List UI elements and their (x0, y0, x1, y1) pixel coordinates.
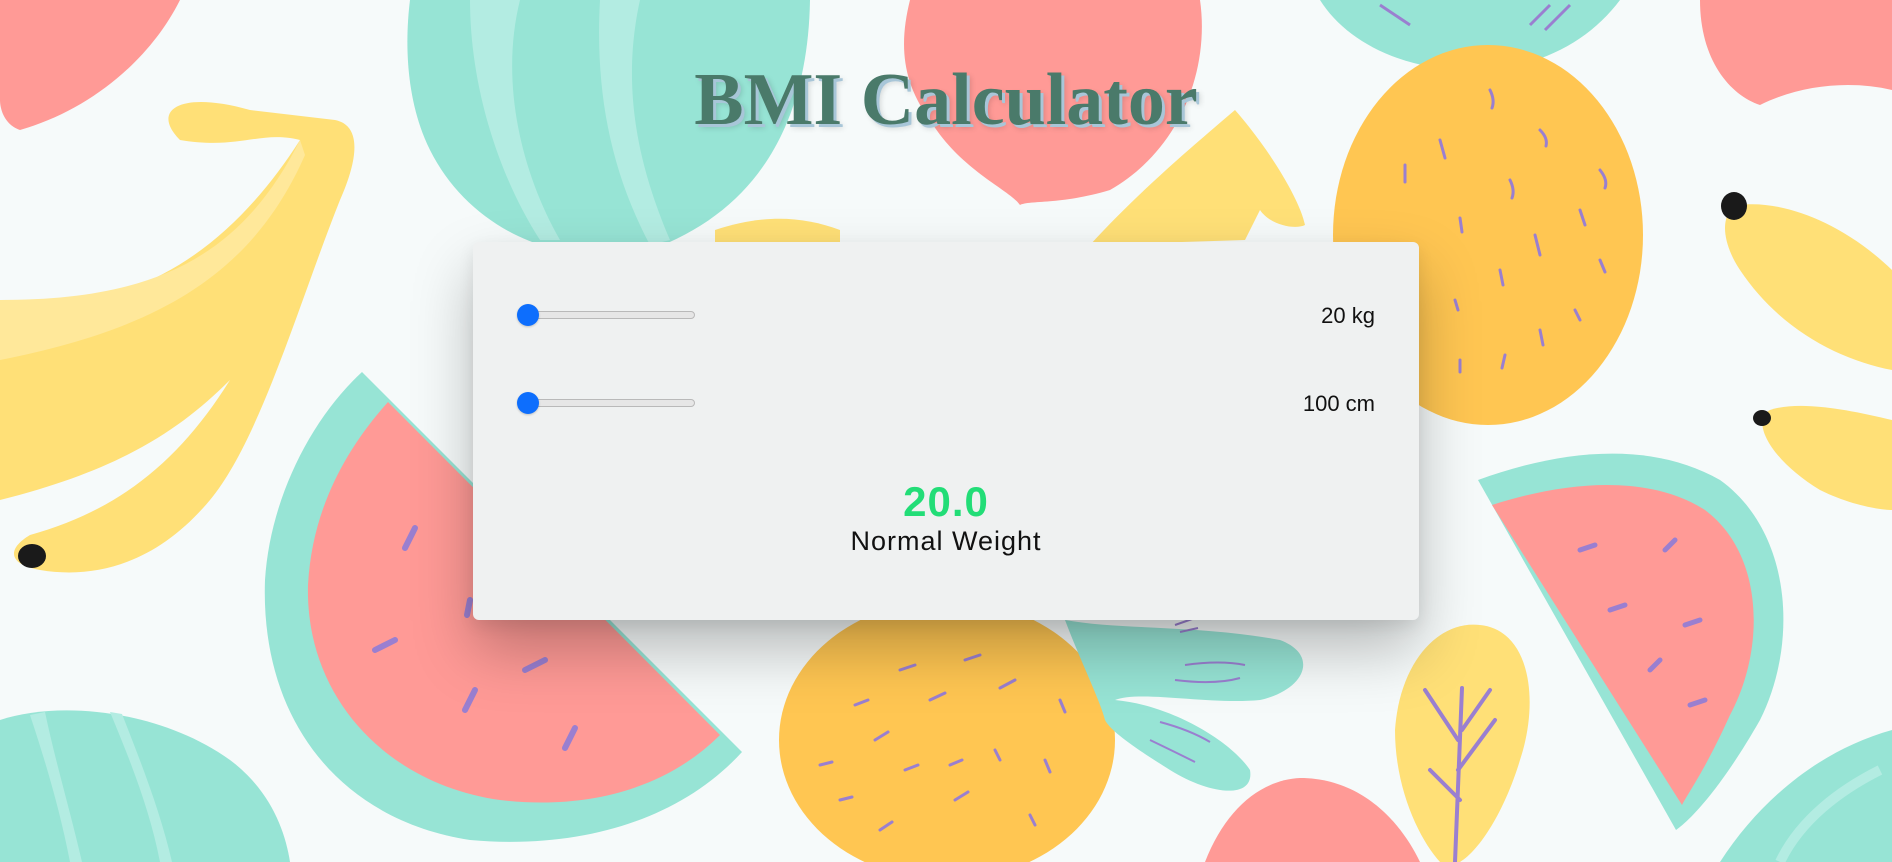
bmi-result-category: Normal Weight (850, 526, 1042, 556)
height-slider-thumb[interactable] (517, 392, 539, 414)
yellow-leaf-bottom-right (1395, 624, 1530, 862)
weight-slider[interactable] (517, 304, 699, 326)
weight-value-label: 20 kg (1321, 303, 1375, 328)
banana-right-top (1725, 204, 1892, 370)
bmi-calculator-card: 20 kg 100 cm 20.0 Normal Weight (473, 242, 1419, 620)
pineapple-bottom-center (779, 600, 1115, 862)
height-row: 100 cm (517, 388, 1375, 418)
height-value-label: 100 cm (1302, 391, 1375, 416)
weight-slider-track[interactable] (521, 311, 695, 319)
banana-right-bottom (1762, 405, 1892, 510)
weight-slider-thumb[interactable] (517, 304, 539, 326)
height-slider[interactable] (517, 392, 699, 414)
page-title: BMI Calculator (694, 59, 1198, 141)
height-slider-track[interactable] (521, 399, 695, 407)
teal-fruit-bottom-right (1720, 730, 1892, 862)
weight-row: 20 kg (517, 300, 1375, 330)
pink-fruit-bottom (1205, 778, 1420, 862)
bmi-result-value: 20.0 (903, 478, 989, 525)
